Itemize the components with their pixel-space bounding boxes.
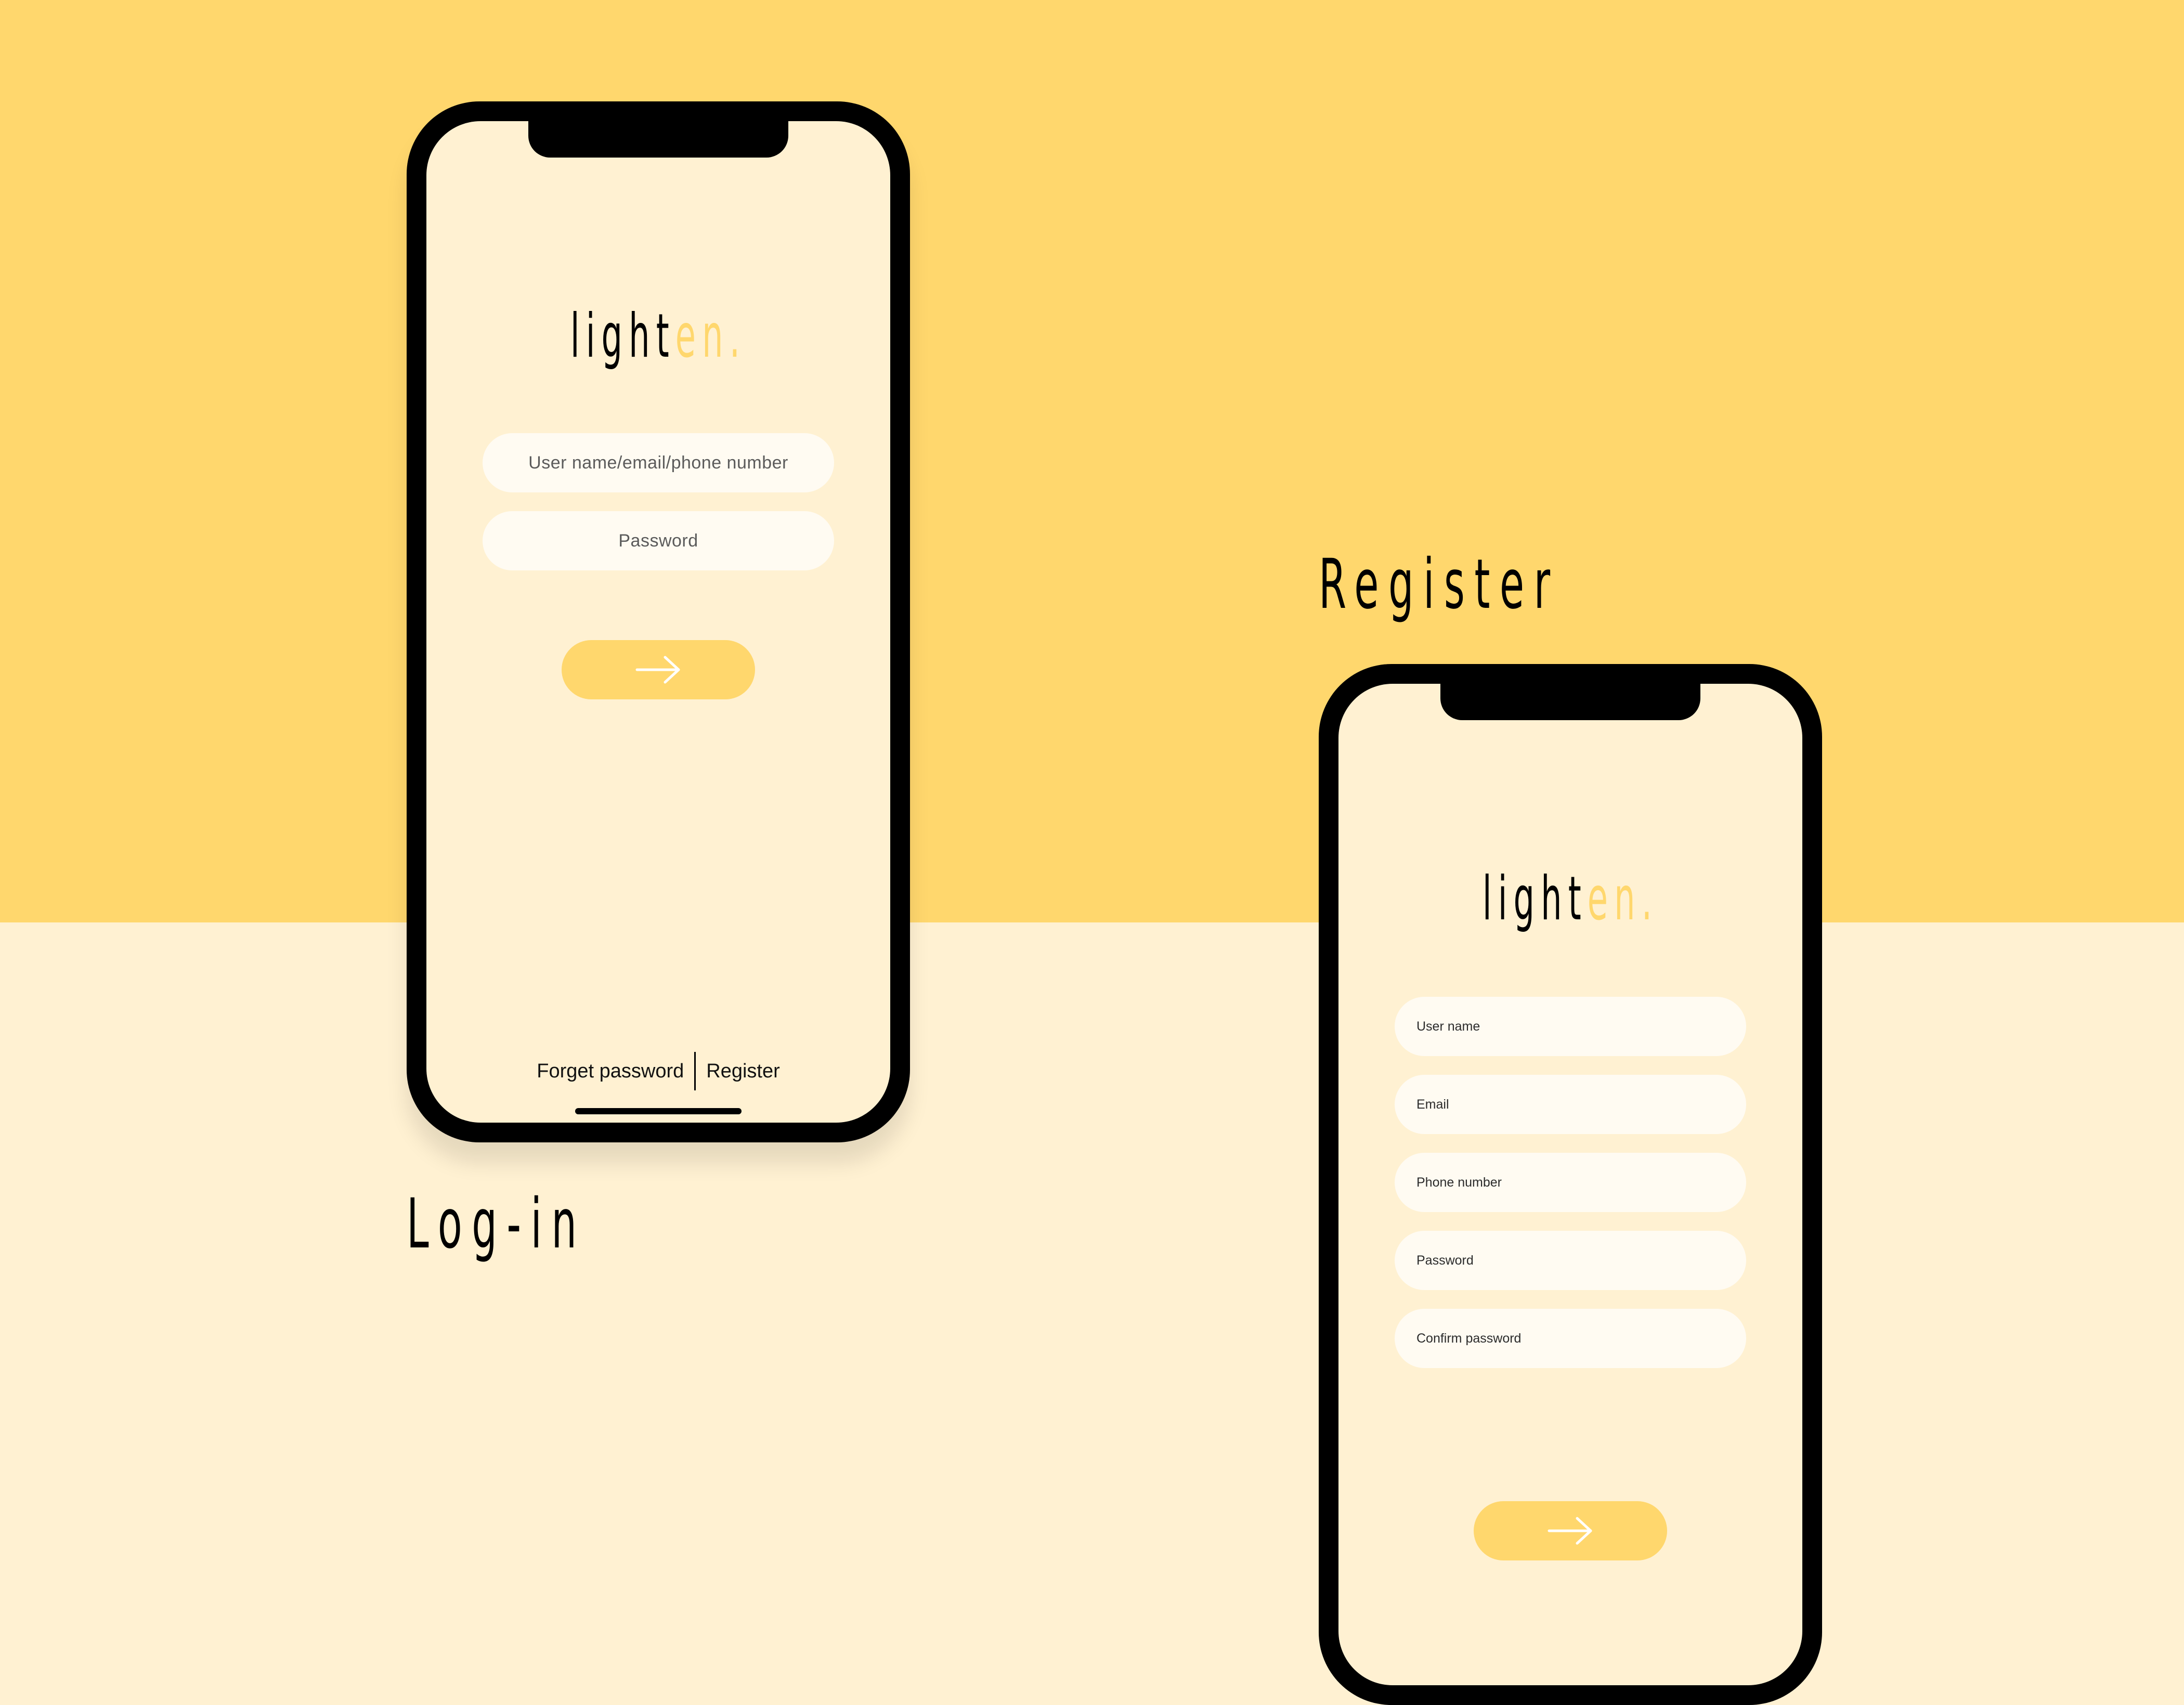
password-input[interactable]: Password	[483, 511, 834, 570]
register-screen: lighten. User name Email Phone number Pa…	[1338, 684, 1802, 1685]
phone-notch	[1440, 684, 1700, 720]
register-confirm-password-placeholder: Confirm password	[1416, 1331, 1522, 1346]
app-logo: lighten.	[531, 306, 786, 367]
login-phone-mockup: lighten. User name/email/phone number Pa…	[407, 101, 910, 1142]
register-link[interactable]: Register	[696, 1060, 790, 1083]
login-footer-links: Forget password Register	[426, 1052, 890, 1090]
username-placeholder: User name/email/phone number	[528, 452, 788, 473]
register-username-placeholder: User name	[1416, 1019, 1480, 1034]
background-top	[0, 0, 2184, 922]
forget-password-link[interactable]: Forget password	[526, 1060, 694, 1083]
register-submit-button[interactable]	[1474, 1501, 1667, 1560]
password-placeholder: Password	[618, 530, 698, 551]
register-email-placeholder: Email	[1416, 1097, 1449, 1112]
register-caption: Register	[1319, 544, 1560, 624]
login-caption: Log-in	[407, 1184, 587, 1264]
register-password-placeholder: Password	[1416, 1253, 1474, 1268]
login-submit-button[interactable]	[562, 640, 755, 699]
register-phone-mockup: lighten. User name Email Phone number Pa…	[1319, 664, 1822, 1705]
arrow-right-icon	[635, 656, 680, 684]
logo-dark-text: light	[1482, 864, 1588, 934]
register-email-field[interactable]: Email	[1395, 1075, 1746, 1134]
register-phone-field[interactable]: Phone number	[1395, 1153, 1746, 1212]
register-password-field[interactable]: Password	[1395, 1231, 1746, 1290]
background-bottom	[0, 922, 2184, 1544]
logo-accent-text: en.	[675, 301, 747, 371]
register-phone-placeholder: Phone number	[1416, 1175, 1502, 1190]
login-screen: lighten. User name/email/phone number Pa…	[426, 121, 890, 1123]
logo-accent-text: en.	[1587, 864, 1659, 934]
phone-notch	[528, 121, 788, 158]
home-indicator	[575, 1108, 742, 1114]
arrow-right-icon	[1548, 1517, 1592, 1545]
username-input[interactable]: User name/email/phone number	[483, 433, 834, 492]
logo-dark-text: light	[570, 301, 675, 371]
app-logo: lighten.	[1443, 869, 1698, 929]
register-username-field[interactable]: User name	[1395, 997, 1746, 1056]
register-confirm-password-field[interactable]: Confirm password	[1395, 1309, 1746, 1368]
